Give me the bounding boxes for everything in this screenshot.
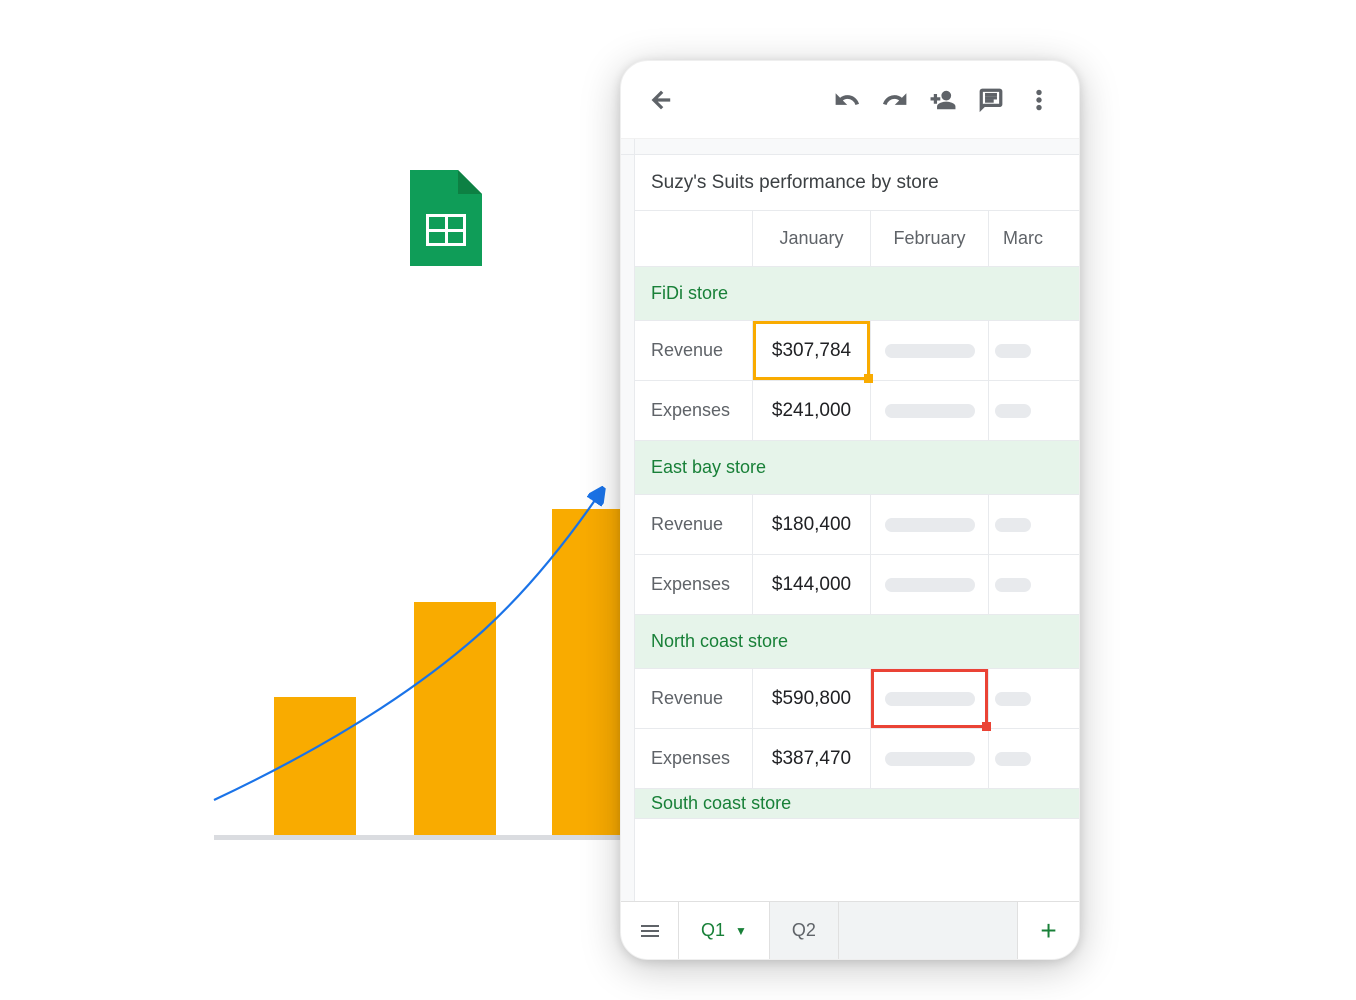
data-row: Revenue $590,800 bbox=[635, 669, 1079, 729]
placeholder-icon bbox=[885, 518, 975, 532]
data-cell[interactable]: $590,800 bbox=[753, 669, 871, 728]
data-row: Expenses $144,000 bbox=[635, 555, 1079, 615]
data-cell[interactable] bbox=[871, 321, 989, 380]
data-cell[interactable] bbox=[871, 555, 989, 614]
placeholder-icon bbox=[995, 752, 1031, 766]
undo-button[interactable] bbox=[827, 80, 867, 120]
data-cell[interactable] bbox=[989, 381, 1079, 440]
data-cell[interactable] bbox=[989, 669, 1079, 728]
column-header-row: January February Marc bbox=[635, 211, 1079, 267]
comment-button[interactable] bbox=[971, 80, 1011, 120]
row-label-cell[interactable]: Expenses bbox=[635, 381, 753, 440]
phone-mockup: Suzy's Suits performance by store Januar… bbox=[620, 60, 1080, 960]
spreadsheet[interactable]: Suzy's Suits performance by store Januar… bbox=[621, 139, 1079, 901]
google-sheets-icon bbox=[410, 170, 482, 266]
toolbar bbox=[621, 61, 1079, 139]
share-person-button[interactable] bbox=[923, 80, 963, 120]
bar-chart bbox=[214, 460, 634, 840]
placeholder-icon bbox=[885, 752, 975, 766]
placeholder-icon bbox=[885, 692, 975, 706]
data-cell[interactable] bbox=[871, 495, 989, 554]
placeholder-icon bbox=[885, 404, 975, 418]
store-header-row[interactable]: North coast store bbox=[635, 615, 1079, 669]
sheet-title-row[interactable]: Suzy's Suits performance by store bbox=[635, 155, 1079, 211]
data-row: Revenue $180,400 bbox=[635, 495, 1079, 555]
data-cell[interactable]: $241,000 bbox=[753, 381, 871, 440]
redo-button[interactable] bbox=[875, 80, 915, 120]
row-label-cell[interactable]: Revenue bbox=[635, 321, 753, 380]
data-row: Expenses $387,470 bbox=[635, 729, 1079, 789]
store-header-row[interactable]: South coast store bbox=[635, 789, 1079, 819]
column-header[interactable]: February bbox=[871, 211, 989, 266]
sheet-tab-q1[interactable]: Q1 ▼ bbox=[679, 902, 770, 959]
data-cell[interactable] bbox=[989, 495, 1079, 554]
data-cell[interactable]: $144,000 bbox=[753, 555, 871, 614]
placeholder-icon bbox=[995, 692, 1031, 706]
data-cell[interactable]: $387,470 bbox=[753, 729, 871, 788]
data-cell[interactable] bbox=[989, 729, 1079, 788]
row-label-cell[interactable]: Revenue bbox=[635, 669, 753, 728]
back-button[interactable] bbox=[641, 80, 681, 120]
select-all-corner[interactable] bbox=[621, 139, 635, 155]
column-header[interactable]: January bbox=[753, 211, 871, 266]
placeholder-icon bbox=[995, 404, 1031, 418]
store-header-row[interactable]: East bay store bbox=[635, 441, 1079, 495]
data-cell[interactable] bbox=[989, 555, 1079, 614]
data-cell[interactable] bbox=[871, 669, 989, 728]
placeholder-icon bbox=[995, 344, 1031, 358]
chevron-down-icon: ▼ bbox=[735, 924, 747, 938]
data-row: Revenue $307,784 bbox=[635, 321, 1079, 381]
column-headers-stub[interactable] bbox=[635, 139, 1079, 155]
all-sheets-button[interactable] bbox=[621, 902, 679, 959]
column-header[interactable]: Marc bbox=[989, 211, 1079, 266]
data-cell[interactable] bbox=[871, 729, 989, 788]
placeholder-icon bbox=[885, 344, 975, 358]
placeholder-icon bbox=[995, 578, 1031, 592]
data-cell[interactable]: $180,400 bbox=[753, 495, 871, 554]
row-label-cell[interactable]: Expenses bbox=[635, 729, 753, 788]
placeholder-icon bbox=[995, 518, 1031, 532]
row-headers-stub[interactable] bbox=[621, 155, 635, 901]
add-sheet-button[interactable]: + bbox=[1017, 902, 1079, 959]
row-label-cell[interactable]: Revenue bbox=[635, 495, 753, 554]
data-cell[interactable]: $307,784 bbox=[753, 321, 871, 380]
sheet-tabs: Q1 ▼ Q2 + bbox=[621, 901, 1079, 959]
sheet-title: Suzy's Suits performance by store bbox=[651, 172, 939, 194]
store-header-row[interactable]: FiDi store bbox=[635, 267, 1079, 321]
row-label-cell[interactable]: Expenses bbox=[635, 555, 753, 614]
trend-arrow-icon bbox=[204, 460, 644, 840]
data-cell[interactable] bbox=[871, 381, 989, 440]
data-row: Expenses $241,000 bbox=[635, 381, 1079, 441]
placeholder-icon bbox=[885, 578, 975, 592]
data-cell[interactable] bbox=[989, 321, 1079, 380]
sheet-tab-q2[interactable]: Q2 bbox=[770, 902, 839, 959]
more-button[interactable] bbox=[1019, 80, 1059, 120]
